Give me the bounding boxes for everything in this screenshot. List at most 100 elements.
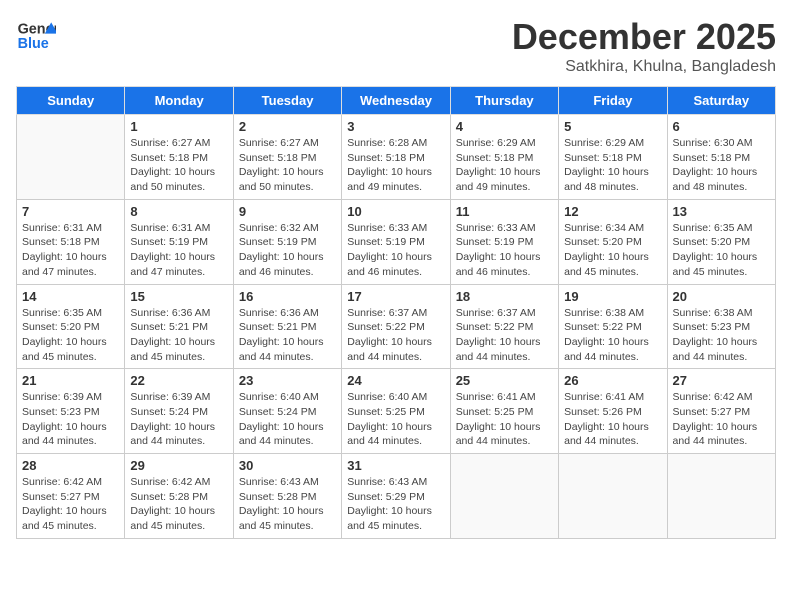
day-number: 20 [673,289,770,304]
calendar-cell: 20Sunrise: 6:38 AMSunset: 5:23 PMDayligh… [667,284,775,369]
day-detail: Sunrise: 6:27 AMSunset: 5:18 PMDaylight:… [239,136,336,195]
calendar-week-row: 21 Sunrise: 6:39 AMSunset: 5:23 PMDayligh… [17,369,776,454]
weekday-header: Saturday [667,87,775,115]
logo: General Blue [16,16,56,56]
logo-icon: General Blue [16,16,56,56]
day-number: 10 [347,204,444,219]
day-detail: Sunrise: 6:39 AMSunset: 5:24 PMDaylight:… [130,390,227,449]
day-number: 31 [347,458,444,473]
calendar-cell: 24Sunrise: 6:40 AMSunset: 5:25 PMDayligh… [342,369,450,454]
day-detail: Sunrise: 6:39 AMSunset: 5:23 PMDaylight:… [22,390,119,449]
day-detail: Sunrise: 6:29 AMSunset: 5:18 PMDaylight:… [456,136,553,195]
calendar-cell: 1 Sunrise: 6:27 AMSunset: 5:18 PMDaylight… [125,115,233,200]
calendar-cell: 26 Sunrise: 6:41 AMSunset: 5:26 PMDayligh… [559,369,667,454]
svg-text:Blue: Blue [18,36,49,52]
day-number: 16 [239,289,336,304]
calendar-cell: 5 Sunrise: 6:29 AMSunset: 5:18 PMDaylight… [559,115,667,200]
calendar-cell [450,454,558,539]
day-detail: Sunrise: 6:36 AMSunset: 5:21 PMDaylight:… [130,306,227,365]
day-detail: Sunrise: 6:28 AMSunset: 5:18 PMDaylight:… [347,136,444,195]
calendar-cell: 4 Sunrise: 6:29 AMSunset: 5:18 PMDaylight… [450,115,558,200]
calendar-week-row: 7Sunrise: 6:31 AMSunset: 5:18 PMDaylight… [17,199,776,284]
day-detail: Sunrise: 6:33 AMSunset: 5:19 PMDaylight:… [347,221,444,280]
day-detail: Sunrise: 6:37 AMSunset: 5:22 PMDaylight:… [456,306,553,365]
calendar-cell: 7Sunrise: 6:31 AMSunset: 5:18 PMDaylight… [17,199,125,284]
calendar-cell: 23Sunrise: 6:40 AMSunset: 5:24 PMDayligh… [233,369,341,454]
calendar-title: December 2025 [512,16,776,58]
day-detail: Sunrise: 6:43 AMSunset: 5:29 PMDaylight:… [347,475,444,534]
calendar-cell: 27 Sunrise: 6:42 AMSunset: 5:27 PMDayligh… [667,369,775,454]
day-number: 14 [22,289,119,304]
day-number: 23 [239,373,336,388]
day-detail: Sunrise: 6:31 AMSunset: 5:19 PMDaylight:… [130,221,227,280]
day-detail: Sunrise: 6:42 AMSunset: 5:27 PMDaylight:… [673,390,770,449]
calendar-cell: 10 Sunrise: 6:33 AMSunset: 5:19 PMDayligh… [342,199,450,284]
calendar-cell: 31 Sunrise: 6:43 AMSunset: 5:29 PMDayligh… [342,454,450,539]
day-number: 27 [673,373,770,388]
calendar-cell: 16Sunrise: 6:36 AMSunset: 5:21 PMDayligh… [233,284,341,369]
day-number: 25 [456,373,553,388]
calendar-cell: 13 Sunrise: 6:35 AMSunset: 5:20 PMDayligh… [667,199,775,284]
day-detail: Sunrise: 6:33 AMSunset: 5:19 PMDaylight:… [456,221,553,280]
calendar-subtitle: Satkhira, Khulna, Bangladesh [512,58,776,76]
calendar-week-row: 28 Sunrise: 6:42 AMSunset: 5:27 PMDayligh… [17,454,776,539]
day-number: 26 [564,373,661,388]
day-detail: Sunrise: 6:31 AMSunset: 5:18 PMDaylight:… [22,221,119,280]
day-number: 5 [564,119,661,134]
calendar-cell: 14 Sunrise: 6:35 AMSunset: 5:20 PMDayligh… [17,284,125,369]
day-number: 3 [347,119,444,134]
calendar-cell: 28 Sunrise: 6:42 AMSunset: 5:27 PMDayligh… [17,454,125,539]
page-header: General Blue December 2025 Satkhira, Khu… [16,16,776,76]
day-detail: Sunrise: 6:35 AMSunset: 5:20 PMDaylight:… [22,306,119,365]
day-number: 29 [130,458,227,473]
calendar-cell [667,454,775,539]
calendar-cell: 9 Sunrise: 6:32 AMSunset: 5:19 PMDaylight… [233,199,341,284]
calendar-cell: 15Sunrise: 6:36 AMSunset: 5:21 PMDayligh… [125,284,233,369]
day-number: 28 [22,458,119,473]
day-detail: Sunrise: 6:41 AMSunset: 5:25 PMDaylight:… [456,390,553,449]
day-number: 4 [456,119,553,134]
calendar-cell: 18Sunrise: 6:37 AMSunset: 5:22 PMDayligh… [450,284,558,369]
day-number: 22 [130,373,227,388]
calendar-cell: 6 Sunrise: 6:30 AMSunset: 5:18 PMDaylight… [667,115,775,200]
weekday-header: Monday [125,87,233,115]
calendar-cell: 29Sunrise: 6:42 AMSunset: 5:28 PMDayligh… [125,454,233,539]
calendar-cell: 30Sunrise: 6:43 AMSunset: 5:28 PMDayligh… [233,454,341,539]
calendar-cell: 12 Sunrise: 6:34 AMSunset: 5:20 PMDayligh… [559,199,667,284]
weekday-header: Tuesday [233,87,341,115]
day-detail: Sunrise: 6:27 AMSunset: 5:18 PMDaylight:… [130,136,227,195]
day-number: 30 [239,458,336,473]
day-number: 9 [239,204,336,219]
weekday-header: Sunday [17,87,125,115]
day-number: 21 [22,373,119,388]
day-number: 19 [564,289,661,304]
calendar-table: SundayMondayTuesdayWednesdayThursdayFrid… [16,86,776,539]
weekday-header: Thursday [450,87,558,115]
day-number: 13 [673,204,770,219]
calendar-cell: 2 Sunrise: 6:27 AMSunset: 5:18 PMDaylight… [233,115,341,200]
day-detail: Sunrise: 6:29 AMSunset: 5:18 PMDaylight:… [564,136,661,195]
calendar-week-row: 1 Sunrise: 6:27 AMSunset: 5:18 PMDaylight… [17,115,776,200]
day-number: 12 [564,204,661,219]
day-detail: Sunrise: 6:34 AMSunset: 5:20 PMDaylight:… [564,221,661,280]
day-detail: Sunrise: 6:32 AMSunset: 5:19 PMDaylight:… [239,221,336,280]
day-number: 17 [347,289,444,304]
day-number: 1 [130,119,227,134]
calendar-cell: 17Sunrise: 6:37 AMSunset: 5:22 PMDayligh… [342,284,450,369]
calendar-cell: 21 Sunrise: 6:39 AMSunset: 5:23 PMDayligh… [17,369,125,454]
day-detail: Sunrise: 6:42 AMSunset: 5:27 PMDaylight:… [22,475,119,534]
day-number: 6 [673,119,770,134]
title-block: December 2025 Satkhira, Khulna, Banglade… [512,16,776,76]
calendar-cell: 8 Sunrise: 6:31 AMSunset: 5:19 PMDaylight… [125,199,233,284]
day-detail: Sunrise: 6:30 AMSunset: 5:18 PMDaylight:… [673,136,770,195]
day-detail: Sunrise: 6:35 AMSunset: 5:20 PMDaylight:… [673,221,770,280]
day-detail: Sunrise: 6:38 AMSunset: 5:22 PMDaylight:… [564,306,661,365]
calendar-cell [559,454,667,539]
day-detail: Sunrise: 6:41 AMSunset: 5:26 PMDaylight:… [564,390,661,449]
calendar-cell [17,115,125,200]
day-number: 11 [456,204,553,219]
day-number: 24 [347,373,444,388]
day-number: 8 [130,204,227,219]
weekday-header-row: SundayMondayTuesdayWednesdayThursdayFrid… [17,87,776,115]
day-number: 2 [239,119,336,134]
